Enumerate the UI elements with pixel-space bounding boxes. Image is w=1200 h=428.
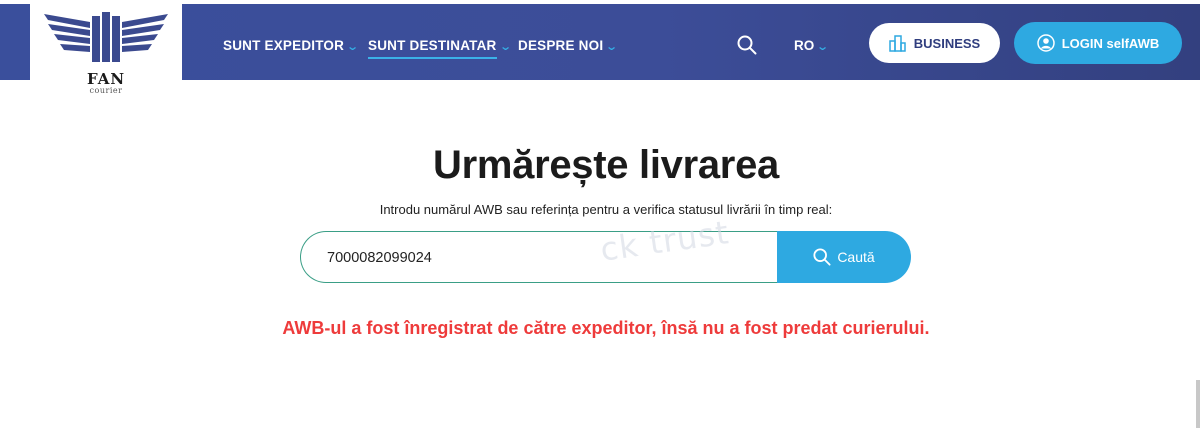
language-label: RO — [794, 38, 815, 53]
search-icon — [813, 248, 831, 266]
fan-courier-logo[interactable]: FAN courier — [30, 0, 182, 126]
tracking-instructions: Introdu numărul AWB sau referința pentru… — [379, 202, 833, 217]
nav-sunt-expeditor[interactable]: SUNT EXPEDITOR ⌄ — [223, 38, 360, 53]
wings-emblem-icon — [44, 12, 168, 62]
language-selector[interactable]: RO ⌄ — [794, 38, 830, 53]
awb-input[interactable] — [325, 232, 769, 284]
login-label: LOGIN selfAWB — [1061, 35, 1160, 51]
nav-despre-noi[interactable]: DESPRE NOI ⌄ — [518, 38, 619, 53]
nav-sunt-destinatar[interactable]: SUNT DESTINATAR ⌄ — [368, 38, 512, 59]
cauta-button[interactable]: Caută — [777, 231, 911, 283]
nav-label: SUNT DESTINATAR — [368, 38, 497, 53]
chevron-down-icon: ⌄ — [346, 41, 360, 53]
chevron-down-icon: ⌄ — [605, 41, 619, 53]
building-icon — [889, 34, 906, 52]
active-nav-underline — [368, 57, 497, 59]
chevron-down-icon: ⌄ — [816, 41, 830, 53]
chevron-down-icon: ⌄ — [498, 41, 512, 53]
nav-label: DESPRE NOI — [518, 38, 604, 53]
search-icon[interactable] — [737, 35, 757, 60]
page-title: Urmărește livrarea — [433, 143, 779, 187]
awb-status-error: AWB-ul a fost înregistrat de către exped… — [282, 318, 930, 338]
business-label: BUSINESS — [913, 35, 981, 51]
awb-search-field — [300, 231, 780, 284]
login-selfawb-button[interactable]: LOGIN selfAWB — [1014, 22, 1182, 64]
user-icon — [1036, 34, 1055, 52]
business-button[interactable]: BUSINESS — [869, 23, 1000, 63]
nav-label: SUNT EXPEDITOR — [223, 38, 345, 53]
logo-courier-text: courier — [89, 86, 123, 95]
cauta-label: Caută — [837, 249, 875, 265]
scrollbar-edge — [1196, 380, 1200, 428]
